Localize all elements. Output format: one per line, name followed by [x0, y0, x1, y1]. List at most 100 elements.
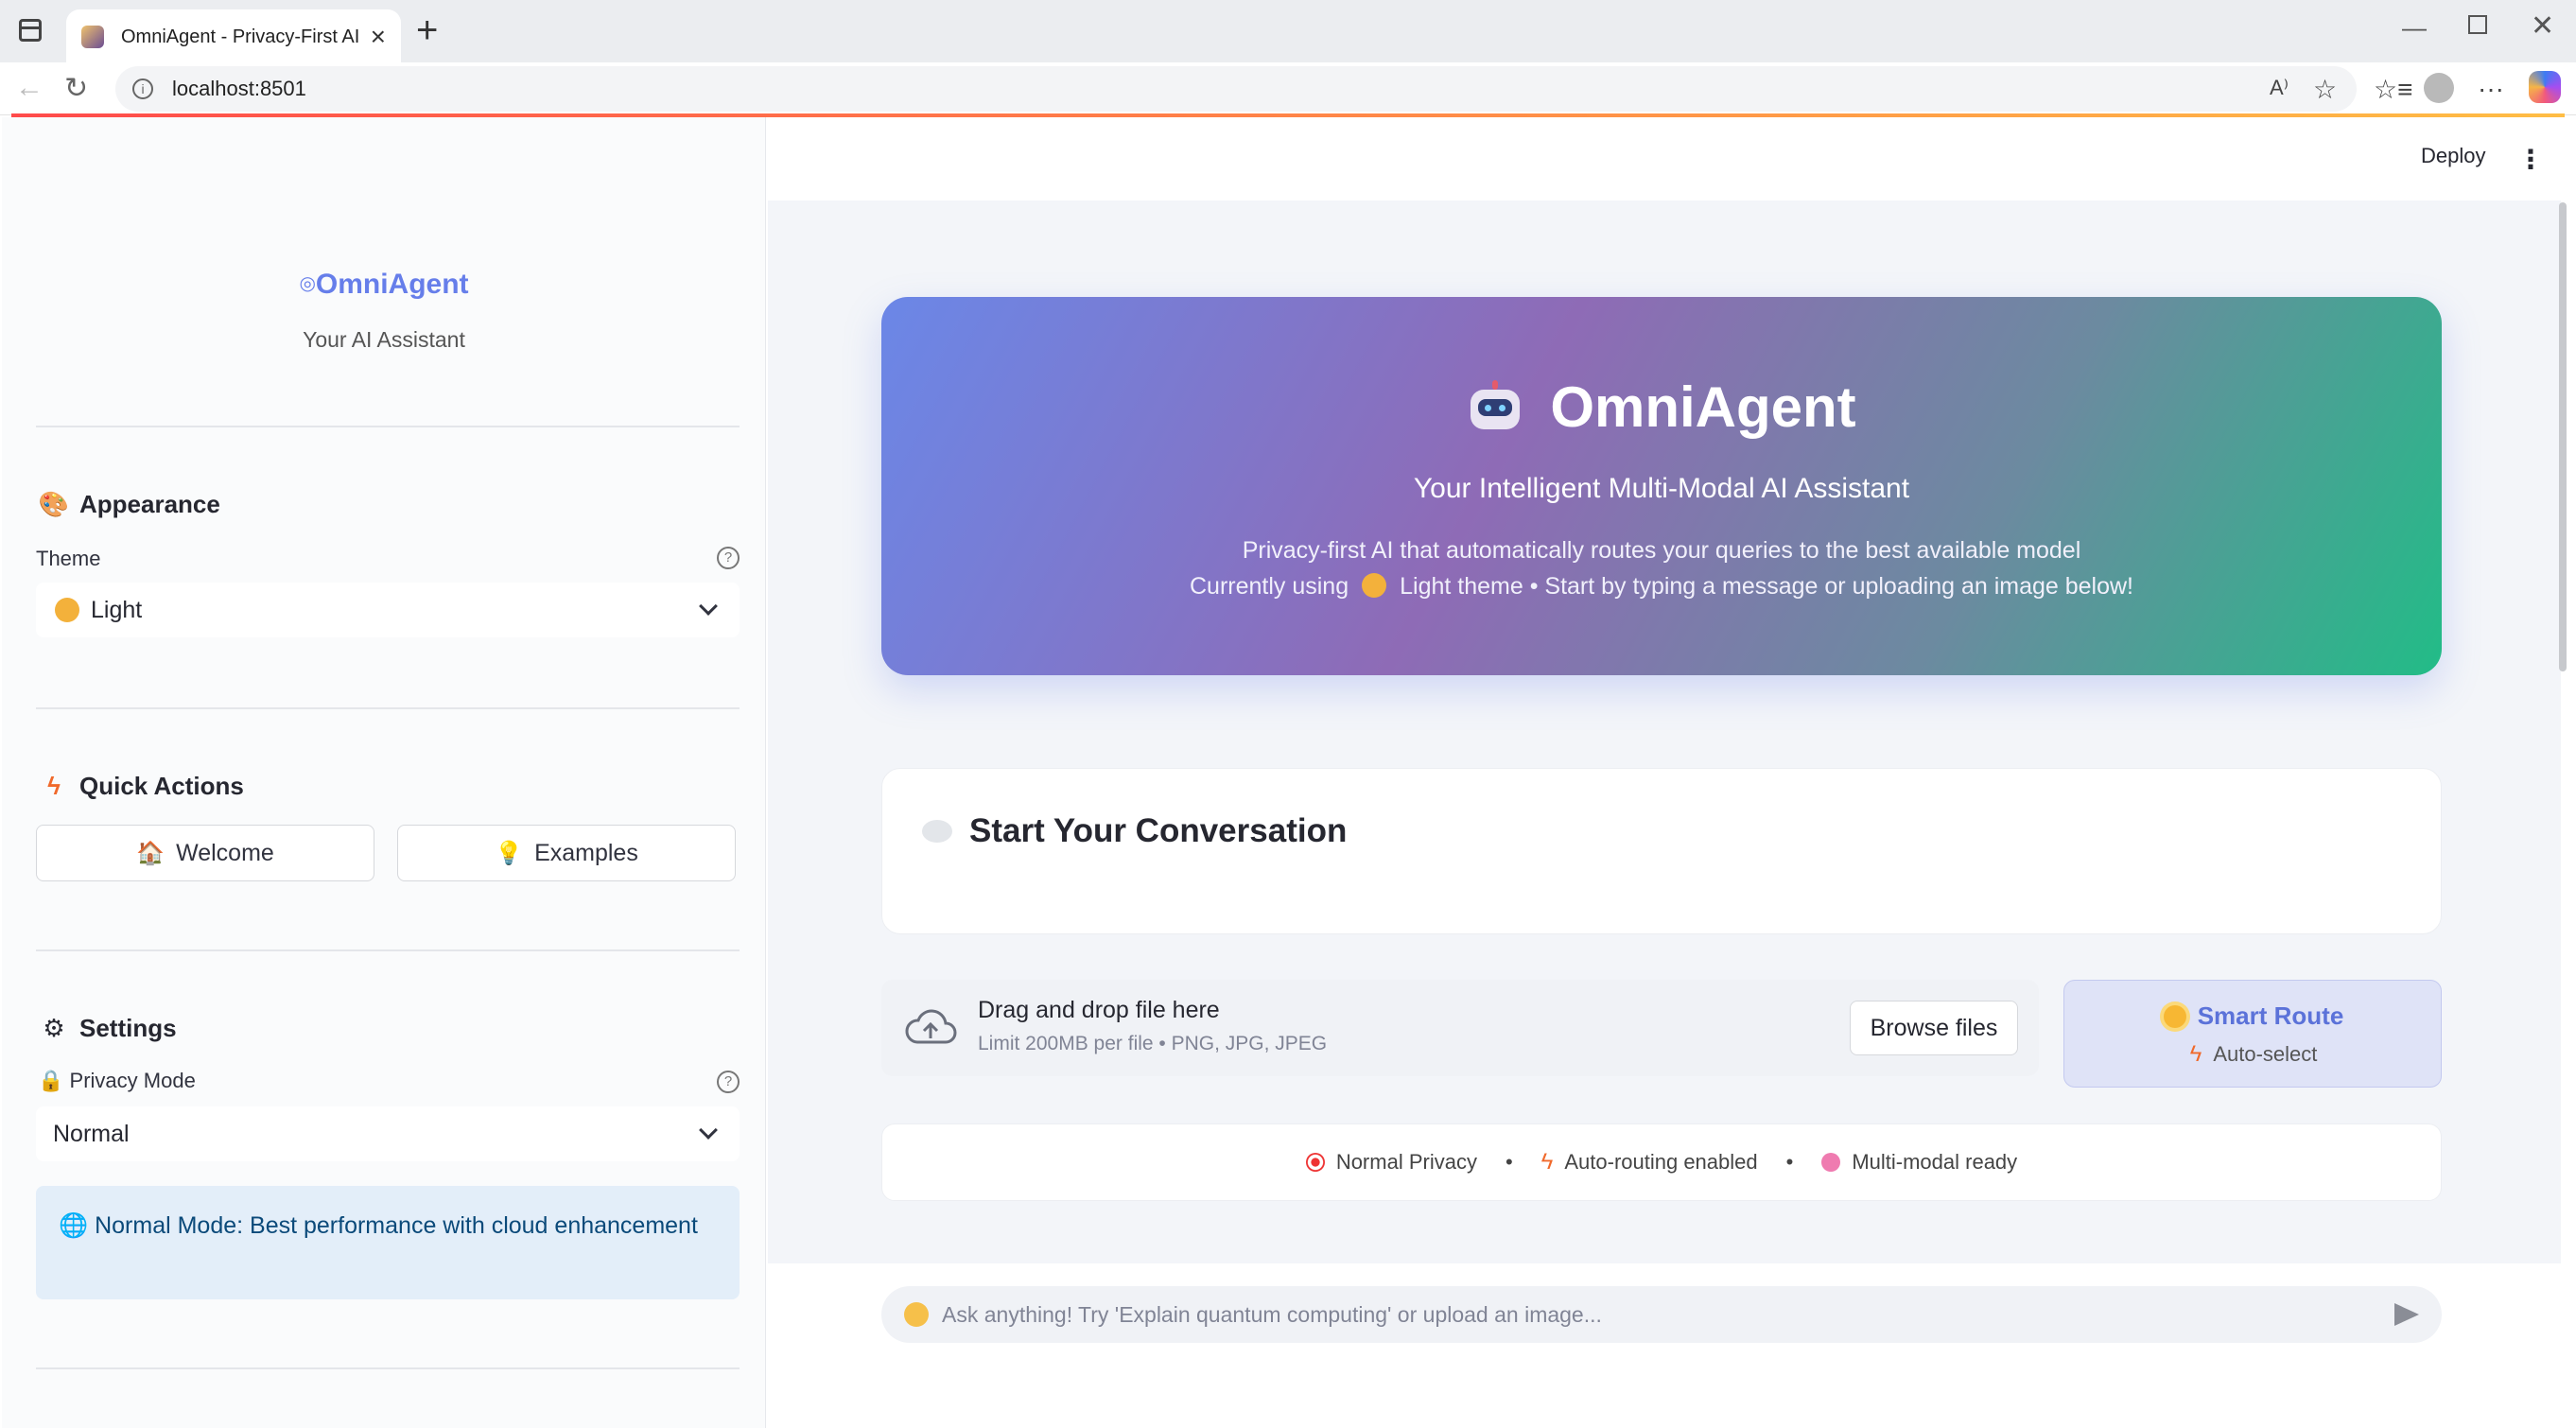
status-routing: ϟ Auto-routing enabled	[1541, 1149, 1758, 1175]
hero-theme-line: Currently using Light theme • Start by ty…	[881, 573, 2442, 601]
status-privacy: Normal Privacy	[1305, 1150, 1477, 1175]
quick-actions-heading: ϟ Quick Actions	[40, 772, 244, 801]
status-separator: •	[1785, 1150, 1794, 1174]
house-icon: 🏠	[136, 840, 165, 866]
examples-button[interactable]: 💡 Examples	[397, 825, 736, 881]
minimize-icon[interactable]: —	[2402, 13, 2427, 43]
browser-tab[interactable]: OmniAgent - Privacy-First AI Assi ×	[66, 9, 401, 64]
examples-button-label: Examples	[534, 839, 638, 866]
hero-theme-prefix: Currently using	[1189, 573, 1349, 600]
close-tab-icon[interactable]: ×	[371, 24, 386, 50]
chevron-down-icon	[699, 597, 718, 616]
sidebar-divider	[36, 1367, 740, 1369]
theme-select-value: Light	[91, 596, 143, 623]
deploy-button[interactable]: Deploy	[2421, 144, 2485, 168]
send-icon[interactable]	[2394, 1303, 2419, 1326]
globe-icon: 🌐	[59, 1212, 89, 1239]
lightning-icon: ϟ	[2189, 1041, 2202, 1067]
privacy-info-text: Normal Mode: Best performance with cloud…	[95, 1212, 698, 1239]
maximize-icon[interactable]	[2468, 15, 2487, 34]
back-icon[interactable]: ←	[15, 72, 44, 104]
settings-heading-text: Settings	[79, 1014, 177, 1042]
speech-bubble-icon	[922, 820, 952, 843]
appearance-heading-text: Appearance	[79, 490, 220, 518]
hero-title: OmniAgent	[881, 374, 2442, 440]
lightning-icon: ϟ	[47, 772, 61, 800]
smart-route-card[interactable]: Smart Route ϟ Auto-select	[2063, 980, 2442, 1088]
hero-description: Privacy-first AI that automatically rout…	[1242, 537, 2081, 564]
reload-icon[interactable]: ↻	[64, 72, 88, 105]
palette-icon: 🎨	[38, 490, 70, 518]
lightning-icon: ϟ	[1540, 1149, 1554, 1175]
brand-title-text: OmniAgent	[315, 269, 469, 300]
welcome-button-label: Welcome	[176, 839, 274, 866]
hero-title-text: OmniAgent	[1550, 375, 1856, 439]
site-info-icon[interactable]: i	[132, 78, 153, 99]
target-icon	[1305, 1153, 1325, 1172]
sun-icon	[2163, 1004, 2186, 1028]
theme-select[interactable]: Light	[36, 583, 740, 637]
tab-title: OmniAgent - Privacy-First AI Assi	[121, 26, 359, 47]
smart-route-subtitle: ϟ Auto-select	[2064, 1041, 2443, 1068]
theme-label: Theme	[36, 547, 101, 570]
lightbulb-icon: 💡	[495, 840, 524, 866]
dropzone-limit: Limit 200MB per file • PNG, JPG, JPEG	[978, 1033, 1328, 1054]
main-scrollbar[interactable]	[2559, 202, 2567, 671]
new-tab-icon[interactable]: +	[416, 11, 438, 49]
sidebar-divider	[36, 949, 740, 951]
settings-heading: ⚙ Settings	[40, 1014, 177, 1043]
welcome-button[interactable]: 🏠 Welcome	[36, 825, 374, 881]
read-aloud-icon[interactable]: A⁾	[2270, 76, 2289, 100]
privacy-info-box: 🌐 Normal Mode: Best performance with clo…	[36, 1186, 740, 1299]
profile-avatar[interactable]	[2424, 73, 2454, 103]
cloud-upload-icon	[905, 1009, 957, 1044]
hero-banner: OmniAgent Your Intelligent Multi-Modal A…	[881, 297, 2442, 675]
tab-actions-icon[interactable]	[19, 19, 42, 42]
address-bar: ← ↻ i localhost:8501 A⁾ ☆ ☆≡ ···	[0, 62, 2576, 115]
privacy-help-icon[interactable]: ?	[717, 1071, 740, 1093]
hero-theme-suffix: Light theme • Start by typing a message …	[1400, 573, 2134, 600]
conversation-card: Start Your Conversation	[881, 768, 2442, 934]
status-bar: Normal Privacy • ϟ Auto-routing enabled …	[881, 1123, 2442, 1201]
gear-icon: ⚙	[43, 1014, 65, 1042]
brand-logo-icon: ◎	[299, 273, 316, 294]
appearance-heading: 🎨 Appearance	[38, 490, 220, 519]
privacy-mode-label: 🔒 Privacy Mode	[38, 1069, 196, 1093]
favorites-list-icon[interactable]: ☆≡	[2374, 74, 2412, 105]
kebab-menu-icon[interactable]: ⋮	[2517, 144, 2544, 175]
url-text: localhost:8501	[172, 77, 306, 100]
browser-titlebar: OmniAgent - Privacy-First AI Assi × + — …	[0, 0, 2576, 64]
status-multimodal: Multi-modal ready	[1821, 1150, 2017, 1175]
privacy-select-value: Normal	[53, 1120, 130, 1147]
lock-icon: 🔒	[38, 1069, 64, 1092]
dropzone-title: Drag and drop file here	[978, 997, 1220, 1023]
chevron-down-icon	[699, 1121, 718, 1140]
chat-input[interactable]	[942, 1301, 2381, 1328]
robot-icon	[1467, 379, 1523, 435]
privacy-mode-select[interactable]: Normal	[36, 1106, 740, 1161]
smart-route-title-text: Smart Route	[2197, 1001, 2344, 1030]
smart-route-subtitle-text: Auto-select	[2213, 1042, 2318, 1066]
browse-files-button[interactable]: Browse files	[1850, 1001, 2018, 1055]
privacy-mode-label-text: Privacy Mode	[69, 1069, 196, 1092]
status-routing-text: Auto-routing enabled	[1564, 1150, 1758, 1174]
favorite-star-icon[interactable]: ☆	[2313, 74, 2337, 105]
conversation-title-text: Start Your Conversation	[969, 812, 1348, 849]
brain-icon	[1821, 1153, 1841, 1172]
copilot-icon[interactable]	[2529, 71, 2561, 103]
app-header: Deploy ⋮	[768, 117, 2561, 200]
waving-hand-icon	[904, 1302, 929, 1327]
sun-face-icon	[1362, 573, 1387, 598]
status-separator: •	[1505, 1150, 1513, 1174]
quick-actions-heading-text: Quick Actions	[79, 772, 244, 800]
url-field[interactable]: i localhost:8501	[115, 66, 2357, 112]
sidebar-brand-subtitle: Your AI Assistant	[303, 327, 465, 352]
theme-help-icon[interactable]: ?	[717, 547, 740, 569]
sidebar-brand-title: ◎OmniAgent	[2, 269, 766, 301]
smart-route-title: Smart Route	[2064, 1001, 2443, 1031]
close-window-icon[interactable]: ✕	[2531, 9, 2554, 43]
more-options-icon[interactable]: ···	[2478, 74, 2504, 104]
chat-input-container[interactable]	[881, 1286, 2442, 1343]
file-uploader-dropzone[interactable]: Drag and drop file here Limit 200MB per …	[881, 980, 2039, 1076]
status-privacy-text: Normal Privacy	[1335, 1150, 1477, 1174]
